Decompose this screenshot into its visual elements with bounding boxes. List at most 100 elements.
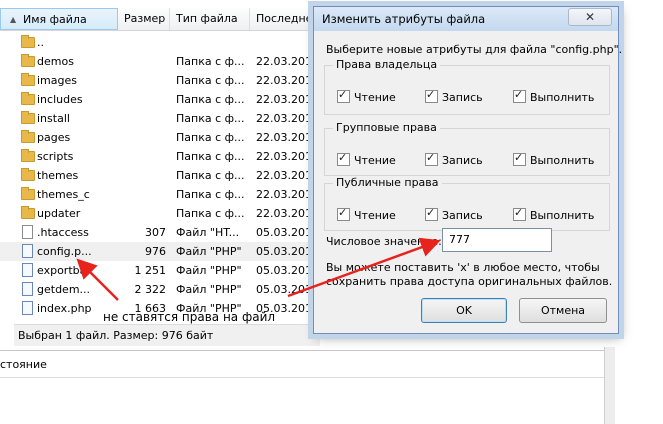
public-write-checkbox[interactable]: Запись	[425, 206, 483, 222]
checkbox-checked-icon	[425, 206, 438, 221]
file-row[interactable]: exportbar 1 251 Файл "PHP" 05.03.2017	[0, 261, 320, 280]
scrollbar[interactable]	[604, 347, 615, 424]
file-name: install	[37, 112, 70, 125]
dialog-titlebar[interactable]: Изменить атрибуты файла ✕	[314, 7, 618, 31]
checkbox-checked-icon	[513, 88, 526, 103]
file-modified: 22.03.2018	[256, 169, 319, 182]
file-type: Папка с ф...	[176, 112, 245, 125]
file-name: includes	[37, 93, 83, 106]
annotation-text: не ставятся права на файл	[103, 310, 276, 324]
folder-row[interactable]: themes_c Папка с ф... 22.03.2018	[0, 185, 320, 204]
checkbox-checked-icon	[337, 88, 350, 103]
group-read-checkbox[interactable]: Чтение	[337, 151, 396, 167]
file-name: demos	[37, 55, 74, 68]
folder-icon	[21, 206, 35, 220]
folder-row[interactable]: scripts Папка с ф... 22.03.2018	[0, 147, 320, 166]
column-header-type[interactable]: Тип файла	[170, 8, 250, 30]
queue-divider	[0, 350, 604, 378]
group-permissions-group: Групповые права Чтение Запись Выполнить	[324, 121, 610, 176]
file-type: Папка с ф...	[176, 131, 245, 144]
file-modified: 22.03.2018	[256, 55, 319, 68]
hint-text-line1: Вы можете поставить 'x' в любое место, ч…	[326, 261, 600, 274]
file-name: pages	[37, 131, 71, 144]
group-title: Права владельца	[333, 58, 441, 71]
file-modified: 22.03.2018	[256, 112, 319, 125]
file-modified: 05.03.2017	[256, 264, 319, 277]
numeric-value-input[interactable]: 777	[442, 228, 552, 252]
close-icon: ✕	[584, 10, 596, 24]
folder-row[interactable]: includes Папка с ф... 22.03.2018	[0, 90, 320, 109]
folder-icon	[21, 111, 35, 125]
owner-write-checkbox[interactable]: Запись	[425, 88, 483, 104]
folder-row[interactable]: demos Папка с ф... 22.03.2018	[0, 52, 320, 71]
file-name: getdem...	[37, 283, 91, 296]
folder-row[interactable]: ..	[0, 33, 320, 52]
file-modified: 05.03.2017	[256, 245, 319, 258]
file-type: Файл "PHP"	[176, 264, 242, 277]
group-write-checkbox[interactable]: Запись	[425, 151, 483, 167]
file-name: .htaccess	[37, 226, 89, 239]
dialog-prompt: Выберите новые атрибуты для файла "confi…	[326, 43, 623, 56]
checkbox-checked-icon	[513, 151, 526, 166]
file-row[interactable]: config.p... 976 Файл "PHP" 05.03.2017	[0, 242, 320, 261]
file-type: Папка с ф...	[176, 169, 245, 182]
folder-icon	[21, 149, 35, 163]
file-type: Папка с ф...	[176, 55, 245, 68]
public-permissions-group: Публичные права Чтение Запись Выполнить	[324, 176, 610, 231]
file-type: Файл "PHP"	[176, 245, 242, 258]
folder-icon	[21, 187, 35, 201]
file-size: 1 251	[134, 264, 167, 277]
ok-button[interactable]: OK	[421, 298, 507, 323]
folder-row[interactable]: images Папка с ф... 22.03.2018	[0, 71, 320, 90]
file-size: 2 322	[134, 283, 167, 296]
group-title: Публичные права	[333, 176, 442, 189]
file-list-pane: ▲ Имя файла Размер Тип файла Последнее .…	[0, 0, 320, 347]
file-name: themes	[37, 169, 79, 182]
file-name: scripts	[37, 150, 74, 163]
file-name: updater	[37, 207, 81, 220]
php-file-icon	[21, 263, 35, 277]
file-modified: 05.03.2017	[256, 283, 319, 296]
sort-up-icon: ▲	[10, 15, 17, 24]
checkbox-checked-icon	[337, 206, 350, 221]
folder-icon	[21, 35, 35, 49]
file-type: Папка с ф...	[176, 150, 245, 163]
owner-execute-checkbox[interactable]: Выполнить	[513, 88, 594, 104]
file-modified: 05.03.2017	[256, 226, 319, 239]
folder-row[interactable]: install Папка с ф... 22.03.2018	[0, 109, 320, 128]
owner-read-checkbox[interactable]: Чтение	[337, 88, 396, 104]
folder-row[interactable]: themes Папка с ф... 22.03.2018	[0, 166, 320, 185]
file-name: config.p...	[37, 245, 92, 258]
owner-permissions-group: Права владельца Чтение Запись Выполнить	[324, 58, 610, 115]
file-attributes-dialog: Изменить атрибуты файла ✕ Выберите новые…	[313, 6, 623, 334]
file-list-header: ▲ Имя файла Размер Тип файла Последнее	[0, 8, 320, 31]
file-type: Файл "PHP"	[176, 283, 242, 296]
checkbox-checked-icon	[513, 206, 526, 221]
close-button[interactable]: ✕	[568, 8, 612, 26]
group-execute-checkbox[interactable]: Выполнить	[513, 151, 594, 167]
file-name: ..	[37, 36, 44, 49]
file-modified: 22.03.2018	[256, 150, 319, 163]
column-header-size[interactable]: Размер	[118, 8, 170, 30]
file-type: Файл "HT...	[176, 226, 240, 239]
folder-row[interactable]: updater Папка с ф... 22.03.2018	[0, 204, 320, 223]
folder-row[interactable]: pages Папка с ф... 22.03.2018	[0, 128, 320, 147]
cancel-button[interactable]: Отмена	[519, 298, 607, 323]
file-row[interactable]: .htaccess 307 Файл "HT... 05.03.2017	[0, 223, 320, 242]
file-name: exportbar	[37, 264, 91, 277]
public-read-checkbox[interactable]: Чтение	[337, 206, 396, 222]
dialog-title: Изменить атрибуты файла	[322, 12, 486, 26]
column-header-modified[interactable]: Последнее	[250, 8, 320, 30]
file-modified: 22.03.2018	[256, 188, 319, 201]
column-header-name[interactable]: ▲ Имя файла	[0, 8, 118, 30]
file-modified: 22.03.2018	[256, 207, 319, 220]
file-type: Папка с ф...	[176, 74, 245, 87]
file-icon	[21, 225, 35, 239]
folder-icon	[21, 54, 35, 68]
public-execute-checkbox[interactable]: Выполнить	[513, 206, 594, 222]
file-modified: 22.03.2018	[256, 74, 319, 87]
queue-column-status[interactable]: стояние	[0, 358, 47, 371]
file-row[interactable]: getdem... 2 322 Файл "PHP" 05.03.2017	[0, 280, 320, 299]
file-modified: 22.03.2018	[256, 93, 319, 106]
checkbox-checked-icon	[337, 151, 350, 166]
